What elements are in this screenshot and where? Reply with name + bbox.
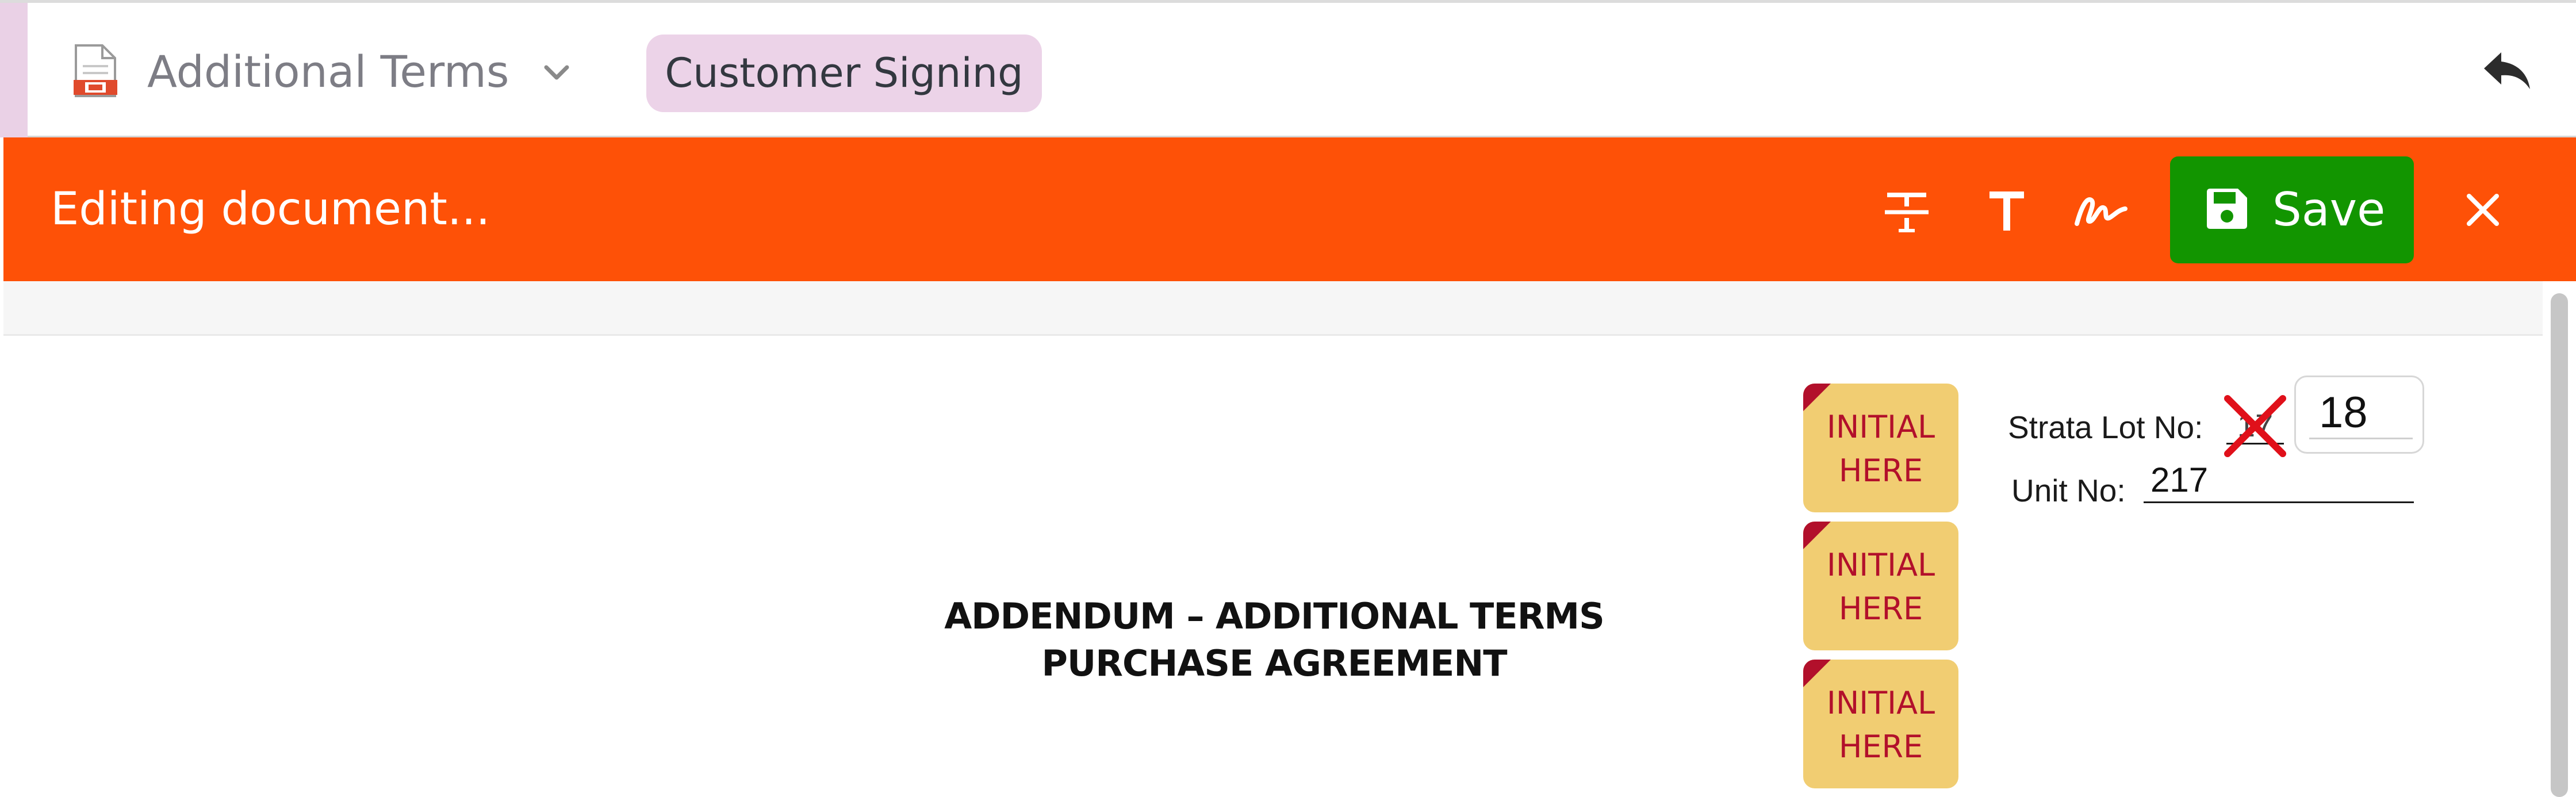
initial-field-line1: INITIAL xyxy=(1826,547,1935,583)
initial-here-field[interactable]: INITIAL HERE xyxy=(1803,660,1958,788)
initial-field-line1: INITIAL xyxy=(1826,685,1935,721)
document-header: Additional Terms Customer Signing xyxy=(0,0,2576,137)
initial-here-field[interactable]: INITIAL HERE xyxy=(1803,384,1958,512)
document-heading-line2: PURCHASE AGREEMENT xyxy=(1041,642,1507,684)
reply-arrow-icon[interactable] xyxy=(2482,49,2533,93)
app-root: Additional Terms Customer Signing Editin… xyxy=(0,0,2576,797)
save-label: Save xyxy=(2272,183,2386,236)
unit-no-value: 217 xyxy=(2144,457,2414,503)
close-icon[interactable] xyxy=(2462,189,2504,231)
strikethrough-icon[interactable] xyxy=(1879,183,1934,239)
document-viewer[interactable]: INITIAL HERE INITIAL HERE INITIAL HERE S… xyxy=(3,281,2543,797)
editing-status-text: Editing document... xyxy=(51,183,490,235)
initial-field-line2: HERE xyxy=(1838,591,1923,627)
save-button[interactable]: Save xyxy=(2170,156,2414,263)
initial-field-line1: INITIAL xyxy=(1826,409,1935,445)
strata-lot-text-field[interactable]: 18 xyxy=(2294,375,2424,454)
unit-no-label: Unit No: xyxy=(2011,473,2126,508)
accent-stripe xyxy=(0,3,28,137)
initial-here-field[interactable]: INITIAL HERE xyxy=(1803,522,1958,650)
page-gap xyxy=(3,281,2543,336)
document-page: INITIAL HERE INITIAL HERE INITIAL HERE S… xyxy=(3,338,2543,797)
document-heading-line1: ADDENDUM – ADDITIONAL TERMS xyxy=(944,595,1605,637)
chevron-down-icon[interactable] xyxy=(539,58,574,87)
text-field-baseline xyxy=(2309,438,2413,439)
text-tool-icon[interactable] xyxy=(1979,183,2034,239)
strike-x-mark-icon xyxy=(2222,393,2288,459)
document-title[interactable]: Additional Terms xyxy=(147,43,509,101)
floppy-disk-icon xyxy=(2203,186,2249,232)
strata-lot-label: Strata Lot No: xyxy=(2008,409,2203,445)
editing-toolbar: Editing document... Save xyxy=(3,137,2576,281)
signature-icon[interactable] xyxy=(2073,183,2129,239)
stage-chip: Customer Signing xyxy=(646,35,1042,112)
pdf-file-icon xyxy=(72,43,118,98)
scrollbar-thumb[interactable] xyxy=(2551,293,2568,797)
initial-field-line2: HERE xyxy=(1838,453,1923,489)
initial-field-line2: HERE xyxy=(1838,729,1923,765)
